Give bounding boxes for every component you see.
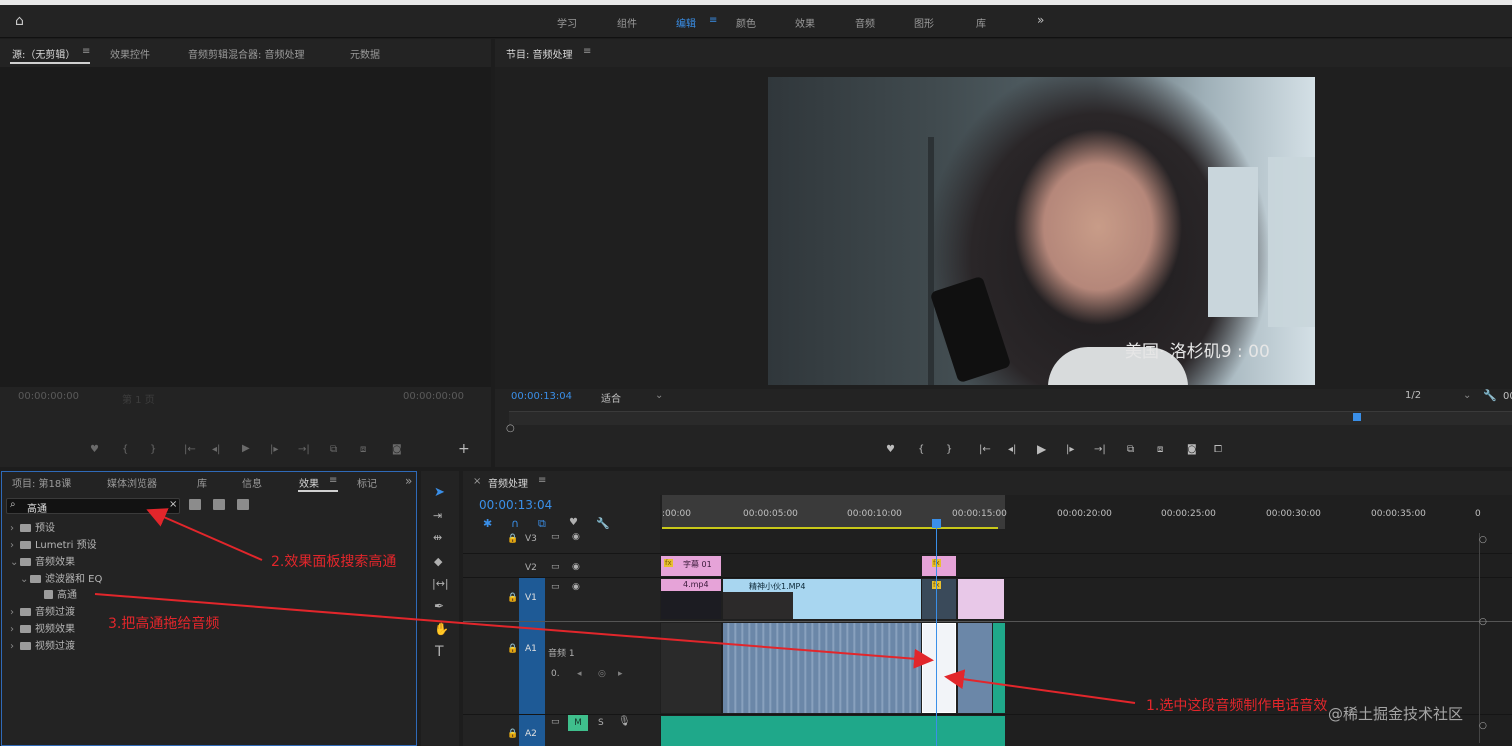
- arrow-step1: [944, 669, 1136, 704]
- annotation-arrows: [94, 508, 1136, 704]
- arrow-step2: [146, 508, 263, 561]
- annotation-step1: 1.选中这段音频制作电话音效: [1146, 698, 1328, 714]
- arrow-step3: [94, 593, 934, 669]
- annotation-step2: 2.效果面板搜索高通: [271, 554, 397, 570]
- annotation-step3: 3.把高通拖给音频: [108, 616, 220, 632]
- watermark: @稀土掘金技术社区: [1328, 705, 1464, 723]
